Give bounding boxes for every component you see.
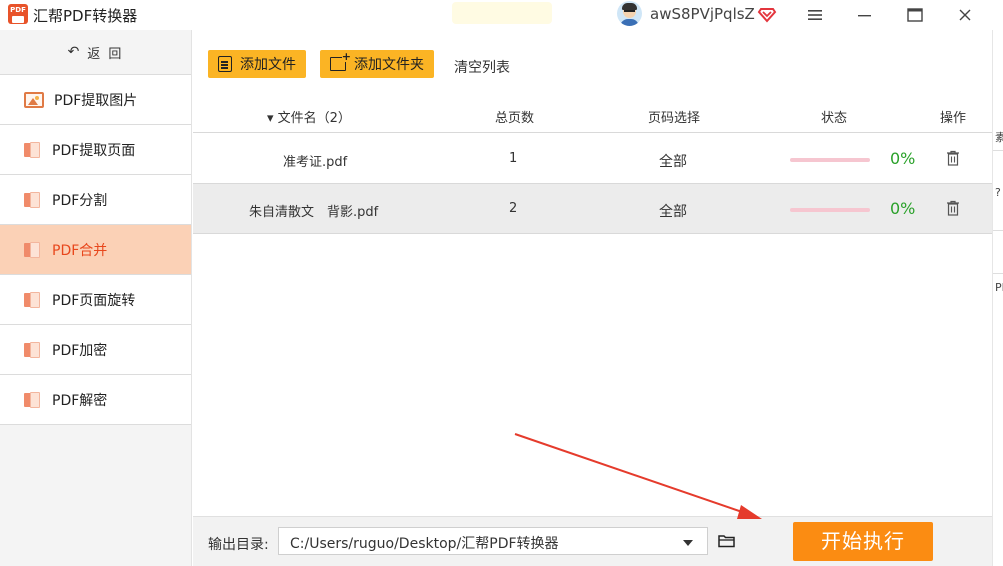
- pdf-icon: [24, 191, 42, 208]
- output-bar: 输出目录: C:/Users/ruguo/Desktop/汇帮PDF转换器 开始…: [193, 516, 992, 566]
- start-button[interactable]: 开始执行: [793, 522, 933, 561]
- add-file-button[interactable]: 添加文件: [208, 50, 306, 78]
- image-icon: [24, 91, 44, 108]
- sidebar: ↶ 返 回 PDF提取图片 PDF提取页面 PDF分割 PDF合并 PDF页面旋…: [0, 30, 192, 566]
- output-path-select[interactable]: C:/Users/ruguo/Desktop/汇帮PDF转换器: [278, 527, 708, 555]
- delete-icon[interactable]: [946, 200, 960, 216]
- sidebar-item-label: PDF合并: [52, 242, 108, 259]
- chevron-down-icon[interactable]: [683, 540, 693, 546]
- progress-percent: 0%: [890, 199, 916, 218]
- output-path-value: C:/Users/ruguo/Desktop/汇帮PDF转换器: [290, 536, 559, 552]
- add-folder-label: 添加文件夹: [354, 57, 424, 73]
- sidebar-item-pdf-split[interactable]: PDF分割: [0, 175, 191, 225]
- progress-percent: 0%: [890, 149, 916, 168]
- app-title: 汇帮PDF转换器: [33, 7, 138, 25]
- pdf-icon: [24, 391, 42, 408]
- sidebar-item-pdf-extract-images[interactable]: PDF提取图片: [0, 75, 191, 125]
- add-folder-icon: [330, 51, 351, 71]
- column-header-action: 操作: [940, 111, 967, 126]
- cell-pages: 1: [509, 151, 518, 166]
- sidebar-item-pdf-merge[interactable]: PDF合并: [0, 225, 191, 275]
- column-header-pages: 总页数: [495, 111, 535, 126]
- edge-text: 素: [995, 129, 1003, 145]
- sidebar-item-pdf-extract-pages[interactable]: PDF提取页面: [0, 125, 191, 175]
- sidebar-item-label: PDF提取图片: [54, 92, 138, 109]
- sidebar-item-pdf-encrypt[interactable]: PDF加密: [0, 325, 191, 375]
- edge-text: PI: [995, 281, 1003, 294]
- add-file-icon: [218, 56, 232, 72]
- pdf-icon: [24, 141, 42, 158]
- divider: [993, 230, 1003, 231]
- vip-diamond-icon[interactable]: [757, 4, 777, 24]
- table-row[interactable]: 朱自清散文 背影.pdf 2 全部 0%: [193, 184, 992, 234]
- adjacent-window-edge: 素 ? PI: [992, 30, 1003, 566]
- progress-bar: [790, 158, 870, 162]
- sidebar-item-label: PDF分割: [52, 192, 108, 209]
- app-logo-icon: PDF: [8, 4, 28, 24]
- main-panel: 添加文件 添加文件夹 清空列表 ▾ 文件名（2） 总页数 页码选择 状态 操作 …: [193, 30, 992, 516]
- username[interactable]: awS8PVjPqlsZ: [650, 5, 755, 23]
- cell-pages: 2: [509, 201, 518, 216]
- table-header: ▾ 文件名（2） 总页数 页码选择 状态 操作: [193, 99, 992, 133]
- back-button[interactable]: ↶ 返 回: [0, 30, 191, 75]
- app-window: PDF 汇帮PDF转换器 awS8PVjPqlsZ ↶ 返 回 PDF提取图片 …: [0, 0, 1003, 566]
- add-file-label: 添加文件: [240, 57, 296, 73]
- cell-filename: 朱自清散文 背影.pdf: [249, 205, 379, 220]
- column-header-filename[interactable]: ▾ 文件名（2）: [267, 107, 351, 126]
- maximize-icon[interactable]: [895, 0, 935, 30]
- sidebar-item-label: PDF解密: [52, 392, 108, 409]
- progress-bar: [790, 208, 870, 212]
- highlight-blob: [452, 2, 552, 24]
- pdf-icon: [24, 341, 42, 358]
- sidebar-item-label: PDF加密: [52, 342, 108, 359]
- pdf-icon: [24, 291, 42, 308]
- folder-open-icon[interactable]: [718, 534, 736, 548]
- clear-list-button[interactable]: 清空列表: [454, 57, 510, 77]
- back-arrow-icon: ↶: [67, 44, 82, 60]
- delete-icon[interactable]: [946, 150, 960, 166]
- user-avatar[interactable]: [617, 1, 642, 26]
- sidebar-item-pdf-decrypt[interactable]: PDF解密: [0, 375, 191, 425]
- title-bar: PDF 汇帮PDF转换器 awS8PVjPqlsZ: [0, 0, 1003, 30]
- add-folder-button[interactable]: 添加文件夹: [320, 50, 434, 78]
- cell-filename: 准考证.pdf: [283, 155, 348, 170]
- column-header-status: 状态: [821, 111, 848, 126]
- divider: [993, 273, 1003, 274]
- table-row[interactable]: 准考证.pdf 1 全部 0%: [193, 134, 992, 184]
- minimize-icon[interactable]: [845, 0, 885, 30]
- sidebar-item-pdf-rotate[interactable]: PDF页面旋转: [0, 275, 191, 325]
- cell-page-select[interactable]: 全部: [659, 151, 687, 171]
- back-label: 返 回: [87, 46, 124, 62]
- sidebar-item-label: PDF提取页面: [52, 142, 136, 159]
- output-dir-label: 输出目录:: [208, 537, 269, 553]
- cell-page-select[interactable]: 全部: [659, 201, 687, 221]
- close-icon[interactable]: [945, 0, 985, 30]
- sidebar-item-label: PDF页面旋转: [52, 292, 136, 309]
- help-icon: ?: [995, 186, 1001, 199]
- pdf-icon: [24, 241, 42, 258]
- hamburger-icon[interactable]: [795, 0, 835, 30]
- column-header-page-select: 页码选择: [648, 111, 701, 126]
- divider: [993, 150, 1003, 151]
